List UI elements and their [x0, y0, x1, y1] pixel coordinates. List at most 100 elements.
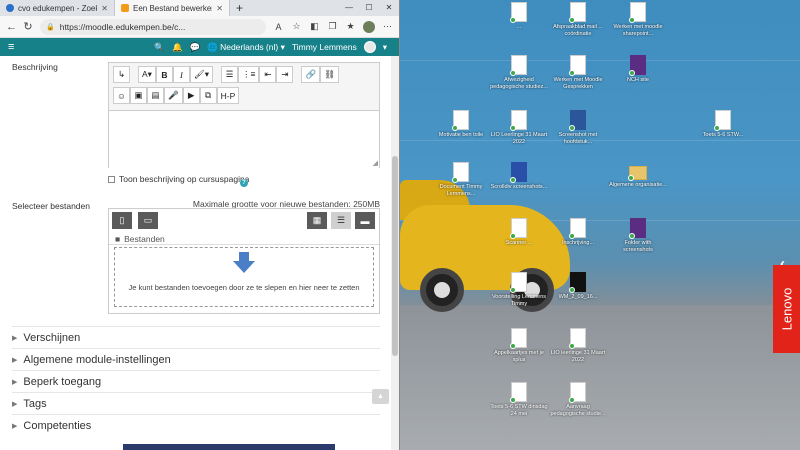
breadcrumb: ■ Bestanden: [109, 233, 379, 245]
resize-handle-icon[interactable]: ◢: [373, 159, 378, 167]
desktop-icon-label: Document Timmy Lemmens...: [439, 184, 483, 197]
tree-view-icon[interactable]: ▬: [355, 212, 375, 229]
bold-icon[interactable]: B: [155, 66, 173, 83]
section-general-module-settings[interactable]: ▶ Algemene module-instellingen: [12, 348, 380, 370]
desktop-icon[interactable]: Appelkaartjes met je xplus: [490, 328, 548, 363]
tab-search[interactable]: cvo edukempen - Zoeken ✕: [0, 0, 115, 16]
section-restrict-access[interactable]: ▶ Beperk toegang: [12, 370, 380, 392]
favorite-icon[interactable]: ☆: [291, 21, 302, 32]
section-tags[interactable]: ▶ Tags: [12, 392, 380, 414]
help-icon[interactable]: ?: [240, 179, 248, 187]
desktop-icon[interactable]: ...: [490, 2, 548, 31]
checkbox[interactable]: [108, 175, 115, 183]
doc-file-icon: [510, 272, 527, 293]
close-icon[interactable]: ✕: [216, 4, 223, 13]
desktop-icon[interactable]: Scrolldiv screenshots...: [490, 162, 548, 191]
chevron-down-icon[interactable]: ▾: [383, 42, 387, 53]
more-icon[interactable]: ⋯: [382, 21, 393, 32]
sync-check-icon: [510, 233, 516, 239]
desktop-icon[interactable]: Toets 5-6 STW dinsdag 24 mei: [490, 382, 548, 417]
back-icon[interactable]: ←: [6, 21, 17, 33]
expand-toolbar-icon[interactable]: ↳: [113, 66, 130, 83]
read-aloud-icon[interactable]: A: [273, 22, 284, 32]
desktop-icon[interactable]: Werken met Moodle Gesprekken: [549, 55, 607, 90]
new-tab-button[interactable]: +: [230, 0, 249, 16]
desktop-icon[interactable]: Voorstelling Lemmens Timmy: [490, 272, 548, 307]
italic-icon[interactable]: I: [172, 66, 190, 83]
language-selector[interactable]: 🌐 Nederlands (nl) ▾: [207, 42, 285, 53]
desktop-icon[interactable]: LIO Leerlinge 31 Maart 2022: [490, 110, 548, 145]
address-bar: ← ↻ 🔒 https://moodle.edukempen.be/c... A…: [0, 16, 399, 38]
desktop-icon[interactable]: Algemene organisatie...: [609, 162, 667, 189]
create-folder-icon[interactable]: ▭: [138, 212, 158, 229]
maximize-button[interactable]: ☐: [359, 0, 379, 16]
indent-icon[interactable]: ⇥: [276, 66, 294, 83]
description-textarea[interactable]: ◢: [109, 111, 379, 168]
scrollbar-thumb[interactable]: [392, 156, 398, 356]
unlink-icon[interactable]: ⛓: [320, 66, 339, 83]
image-icon[interactable]: ▣: [130, 87, 147, 104]
show-description-checkbox[interactable]: Toon beschrijving op cursuspagina: [108, 174, 249, 184]
extension-icon[interactable]: ◧: [309, 21, 320, 32]
numbered-list-icon[interactable]: ⋮≡: [238, 66, 260, 83]
text-color-icon[interactable]: 🖌▾: [189, 66, 213, 83]
back-to-top-button[interactable]: ▲: [372, 389, 389, 404]
bullet-list-icon[interactable]: ☰: [221, 66, 238, 83]
manage-files-icon[interactable]: ⧉: [199, 87, 217, 104]
desktop-icon[interactable]: Screenshot met hoofdstuk...: [549, 110, 607, 145]
tab-edit-file[interactable]: Een Bestand bewerken ✕: [115, 0, 230, 16]
breadcrumb-files[interactable]: Bestanden: [124, 234, 165, 244]
doc-file-icon: [510, 218, 527, 239]
h5p-icon[interactable]: H-P: [216, 87, 240, 104]
desktop-icon[interactable]: Toets 5-6 STW...: [694, 110, 752, 139]
show-description-label: Toon beschrijving op cursuspagina: [119, 174, 250, 184]
scrollbar[interactable]: [391, 56, 399, 450]
drop-zone[interactable]: Je kunt bestanden toevoegen door ze te s…: [114, 247, 374, 307]
add-file-icon[interactable]: ▯: [112, 212, 132, 229]
desktop-icon[interactable]: Scanner ...: [490, 218, 548, 247]
notification-icon[interactable]: 🔔: [172, 42, 183, 53]
grid-view-icon[interactable]: ▦: [307, 212, 327, 229]
user-name[interactable]: Timmy Lemmens: [292, 42, 357, 52]
list-view-icon[interactable]: ☰: [331, 212, 351, 229]
desktop-icon[interactable]: Werken met moodle sharepoint...: [609, 2, 667, 37]
doc-file-icon: [510, 110, 527, 131]
minimize-button[interactable]: —: [339, 0, 359, 16]
desktop-icon[interactable]: Folder with screenshots: [609, 218, 667, 253]
close-window-button[interactable]: ✕: [379, 0, 399, 16]
desktop-icon-label: ...: [516, 24, 522, 30]
desktop-icon[interactable]: Document Timmy Lemmens...: [432, 162, 490, 197]
desktop-icon[interactable]: Aanvraag pedagogische studie...: [549, 382, 607, 417]
sync-check-icon: [569, 343, 575, 349]
sync-check-icon: [510, 70, 516, 76]
menu-icon[interactable]: ≡: [8, 41, 14, 53]
record-video-icon[interactable]: ▶: [182, 87, 200, 104]
desktop-icon[interactable]: Afwezigheid pedagogische studiez...: [490, 55, 548, 90]
link-icon[interactable]: 🔗: [301, 66, 321, 83]
favorites-list-icon[interactable]: ★: [345, 21, 356, 32]
media-icon[interactable]: ▤: [147, 87, 164, 104]
record-audio-icon[interactable]: 🎤: [164, 87, 183, 104]
desktop-icon[interactable]: Afspraakblad mail ... coördinatie: [549, 2, 607, 37]
desktop-icon[interactable]: Motivatie ben toile: [432, 110, 490, 139]
app-file-icon: [629, 55, 646, 76]
section-label: Beperk toegang: [23, 375, 102, 388]
user-avatar[interactable]: [363, 41, 376, 53]
section-appearance[interactable]: ▶ Verschijnen: [12, 326, 380, 348]
url-field[interactable]: 🔒 https://moodle.edukempen.be/c...: [40, 18, 266, 35]
section-competencies[interactable]: ▶ Competenties: [12, 414, 380, 436]
desktop-icon[interactable]: NCH site: [609, 55, 667, 84]
outdent-icon[interactable]: ⇤: [259, 66, 277, 83]
collections-icon[interactable]: ❐: [327, 21, 338, 32]
desktop-icon[interactable]: LIO leerlinge 31 Maart 2022: [549, 328, 607, 363]
profile-avatar[interactable]: [363, 20, 375, 33]
emoji-icon[interactable]: ☺: [113, 87, 130, 104]
refresh-icon[interactable]: ↻: [23, 20, 33, 33]
desktop-icon[interactable]: Inschrijving...: [549, 218, 607, 247]
close-icon[interactable]: ✕: [101, 4, 108, 13]
desktop-icon[interactable]: WM_2_09_16...: [549, 272, 607, 301]
font-style-icon[interactable]: A▾: [138, 66, 156, 83]
desktop-icon-label: Voorstelling Lemmens Timmy: [491, 294, 547, 307]
search-icon[interactable]: 🔍: [154, 42, 165, 53]
message-icon[interactable]: 💬: [190, 42, 201, 53]
